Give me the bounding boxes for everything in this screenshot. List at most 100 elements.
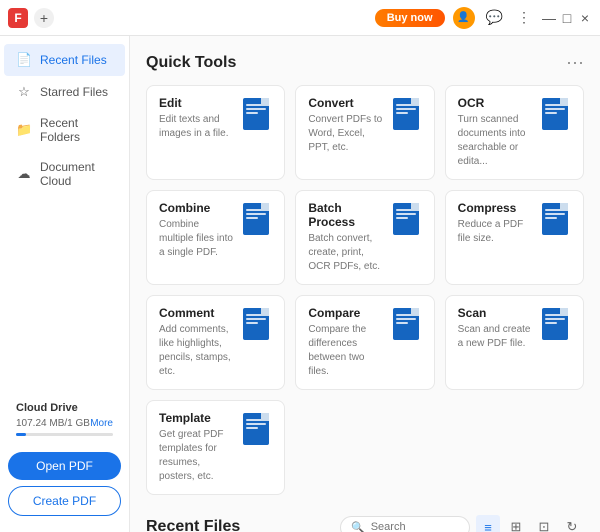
quick-tools-title: Quick Tools — [146, 54, 236, 72]
new-tab-button[interactable]: + — [34, 8, 54, 28]
more-link[interactable]: More — [90, 418, 113, 429]
tool-desc-scan: Scan and create a new PDF file. — [458, 323, 533, 351]
sidebar-item-recent-folders[interactable]: 📁 Recent Folders — [4, 108, 125, 152]
tool-name-template: Template — [159, 411, 234, 425]
sidebar-item-recent-files[interactable]: 📄 Recent Files — [4, 44, 125, 76]
tool-card-convert[interactable]: Convert Convert PDFs to Word, Excel, PPT… — [295, 85, 434, 180]
sidebar-item-starred-files[interactable]: ☆ Starred Files — [4, 76, 125, 108]
progress-fill — [16, 433, 26, 436]
tool-card-edit[interactable]: Edit Edit texts and images in a file. — [146, 85, 285, 180]
tool-desc-batch-process: Batch convert, create, print, OCR PDFs, … — [308, 232, 383, 274]
tool-card-ocr[interactable]: OCR Turn scanned documents into searchab… — [445, 85, 584, 180]
tool-desc-comment: Add comments, like highlights, pencils, … — [159, 323, 234, 379]
search-bar[interactable]: 🔍 — [340, 516, 470, 532]
tool-desc-template: Get great PDF templates for resumes, pos… — [159, 428, 234, 484]
sidebar-item-label: Starred Files — [40, 85, 108, 99]
tool-icon-scan — [537, 306, 573, 342]
tool-icon-combine — [238, 201, 274, 237]
sidebar-item-label: Recent Files — [40, 53, 107, 67]
list-view-button[interactable]: ≡ — [476, 515, 500, 532]
tool-name-convert: Convert — [308, 96, 383, 110]
titlebar-right: Buy now 👤 💬 ⋮ — □ × — [375, 7, 592, 29]
tool-card-combine[interactable]: Combine Combine multiple files into a si… — [146, 190, 285, 285]
tool-card-template[interactable]: Template Get great PDF templates for res… — [146, 400, 285, 495]
tool-name-ocr: OCR — [458, 96, 533, 110]
cloud-drive-section: Cloud Drive 107.24 MB/1 GB More — [8, 394, 121, 452]
tool-info-edit: Edit Edit texts and images in a file. — [159, 96, 234, 141]
tool-icon-ocr — [537, 96, 573, 132]
tool-card-comment[interactable]: Comment Add comments, like highlights, p… — [146, 295, 285, 390]
tool-name-batch-process: Batch Process — [308, 201, 383, 229]
document-cloud-icon: ☁ — [16, 166, 32, 182]
tool-desc-ocr: Turn scanned documents into searchable o… — [458, 113, 533, 169]
content-area: Quick Tools ··· Edit Edit texts and imag… — [130, 36, 600, 532]
recent-files-controls: 🔍 ≡ ⊞ ⊡ ↻ — [340, 515, 584, 532]
tool-info-combine: Combine Combine multiple files into a si… — [159, 201, 234, 260]
sidebar-item-document-cloud[interactable]: ☁ Document Cloud — [4, 152, 125, 196]
cloud-drive-title: Cloud Drive — [16, 402, 113, 414]
sidebar-item-label: Recent Folders — [40, 116, 113, 144]
refresh-button[interactable]: ↻ — [560, 515, 584, 532]
tool-icon-comment — [238, 306, 274, 342]
tool-info-template: Template Get great PDF templates for res… — [159, 411, 234, 484]
tool-desc-convert: Convert PDFs to Word, Excel, PPT, etc. — [308, 113, 383, 155]
table-view-button[interactable]: ⊡ — [532, 515, 556, 532]
close-button[interactable]: × — [578, 11, 592, 25]
tool-desc-compress: Reduce a PDF file size. — [458, 218, 533, 246]
tool-name-compress: Compress — [458, 201, 533, 215]
recent-folders-icon: 📁 — [16, 122, 32, 138]
avatar: 👤 — [453, 7, 475, 29]
more-icon[interactable]: ⋮ — [514, 7, 534, 28]
grid-view-button[interactable]: ⊞ — [504, 515, 528, 532]
tool-info-ocr: OCR Turn scanned documents into searchab… — [458, 96, 533, 169]
tool-info-convert: Convert Convert PDFs to Word, Excel, PPT… — [308, 96, 383, 155]
tool-name-combine: Combine — [159, 201, 234, 215]
tool-name-edit: Edit — [159, 96, 234, 110]
tool-card-scan[interactable]: Scan Scan and create a new PDF file. — [445, 295, 584, 390]
recent-files-icon: 📄 — [16, 52, 32, 68]
chat-icon[interactable]: 💬 — [483, 7, 506, 28]
sidebar-nav: 📄 Recent Files ☆ Starred Files 📁 Recent … — [0, 44, 129, 196]
minimize-button[interactable]: — — [542, 11, 556, 25]
storage-progress-bar — [16, 433, 113, 436]
tool-desc-compare: Compare the differences between two file… — [308, 323, 383, 379]
tool-desc-edit: Edit texts and images in a file. — [159, 113, 234, 141]
tool-info-compare: Compare Compare the differences between … — [308, 306, 383, 379]
create-pdf-button[interactable]: Create PDF — [8, 486, 121, 516]
tool-card-compare[interactable]: Compare Compare the differences between … — [295, 295, 434, 390]
window-controls: — □ × — [542, 11, 592, 25]
tool-icon-convert — [388, 96, 424, 132]
tool-icon-batch-process — [388, 201, 424, 237]
sidebar-item-label: Document Cloud — [40, 160, 113, 188]
tool-card-batch-process[interactable]: Batch Process Batch convert, create, pri… — [295, 190, 434, 285]
tool-name-compare: Compare — [308, 306, 383, 320]
tool-info-compress: Compress Reduce a PDF file size. — [458, 201, 533, 246]
main-layout: 📄 Recent Files ☆ Starred Files 📁 Recent … — [0, 36, 600, 532]
storage-amount: 107.24 MB/1 GB — [16, 418, 90, 429]
tool-icon-template — [238, 411, 274, 447]
tool-name-scan: Scan — [458, 306, 533, 320]
buy-now-button[interactable]: Buy now — [375, 9, 445, 27]
storage-info: 107.24 MB/1 GB More — [16, 418, 113, 429]
tool-info-comment: Comment Add comments, like highlights, p… — [159, 306, 234, 379]
search-input[interactable] — [371, 521, 459, 532]
tool-icon-edit — [238, 96, 274, 132]
tools-grid: Edit Edit texts and images in a file. — [146, 85, 584, 495]
maximize-button[interactable]: □ — [560, 11, 574, 25]
tool-info-scan: Scan Scan and create a new PDF file. — [458, 306, 533, 351]
tool-info-batch-process: Batch Process Batch convert, create, pri… — [308, 201, 383, 274]
tool-icon-compare — [388, 306, 424, 342]
sidebar-bottom: Cloud Drive 107.24 MB/1 GB More Open PDF… — [0, 386, 129, 524]
tool-icon-compress — [537, 201, 573, 237]
tool-card-compress[interactable]: Compress Reduce a PDF file size. — [445, 190, 584, 285]
app-icon-label: F — [14, 11, 21, 25]
search-icon: 🔍 — [351, 521, 365, 532]
titlebar: F + Buy now 👤 💬 ⋮ — □ × — [0, 0, 600, 36]
titlebar-left: F + — [8, 8, 54, 28]
tool-name-comment: Comment — [159, 306, 234, 320]
quick-tools-more-icon[interactable]: ··· — [566, 52, 584, 73]
quick-tools-header: Quick Tools ··· — [146, 52, 584, 73]
open-pdf-button[interactable]: Open PDF — [8, 452, 121, 480]
recent-files-header: Recent Files 🔍 ≡ ⊞ ⊡ ↻ — [146, 515, 584, 532]
starred-files-icon: ☆ — [16, 84, 32, 100]
